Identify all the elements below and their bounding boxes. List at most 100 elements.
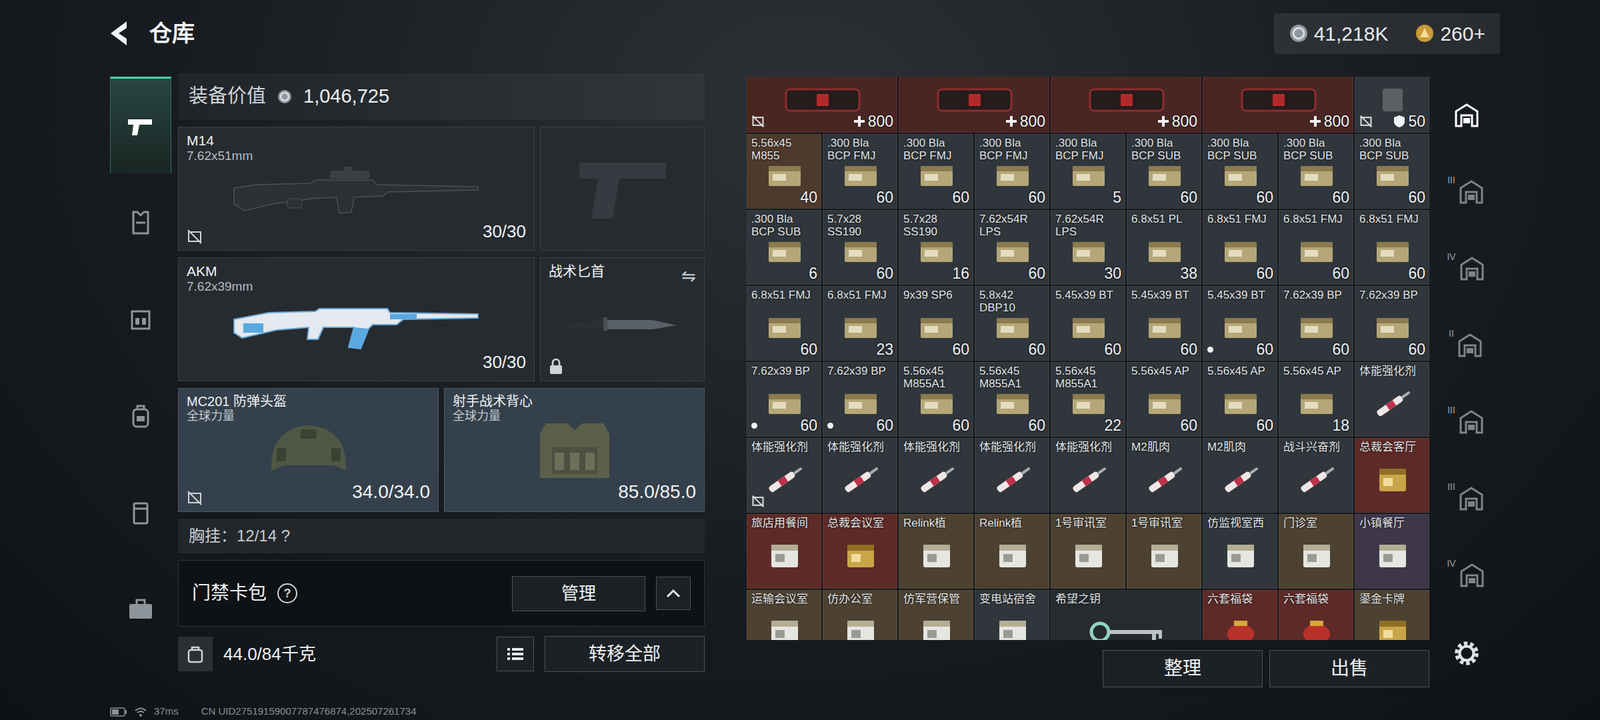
stash-item[interactable]: 800 bbox=[1202, 76, 1354, 133]
swap-button[interactable]: ⇋ bbox=[681, 263, 696, 290]
stash-item[interactable]: .300 Bla BCP SUB60 bbox=[1202, 134, 1278, 209]
stash-item[interactable]: 仿监视室西 bbox=[1202, 514, 1278, 589]
stash-item[interactable]: 6.8x51 FMJ23 bbox=[822, 286, 898, 361]
sidebar-item[interactable] bbox=[110, 560, 172, 657]
stash-item[interactable]: 7.62x39 BP60 bbox=[1278, 286, 1354, 361]
storage-tab[interactable]: IV bbox=[1446, 536, 1486, 614]
helmet-card[interactable]: MC201 防弹头盔全球力量34.0/34.0 bbox=[178, 388, 439, 512]
pistol-slot[interactable] bbox=[540, 126, 705, 251]
stash-item[interactable]: 800 bbox=[1050, 76, 1202, 133]
stash-item[interactable]: .300 Bla BCP FMJ60 bbox=[898, 134, 974, 209]
stash-item[interactable]: 体能强化剂 bbox=[974, 438, 1050, 513]
stash-item[interactable]: 5.56x45 AP18 bbox=[1278, 362, 1354, 437]
stash-item[interactable]: Relink植 bbox=[974, 514, 1050, 589]
stash-item[interactable]: 800 bbox=[898, 76, 1050, 133]
stash-item[interactable]: 7.62x39 BP60 bbox=[746, 362, 822, 437]
chest-rig-row[interactable]: 胸挂：12/14 ? bbox=[178, 518, 705, 554]
stash-item[interactable]: 5.45x39 BT60 bbox=[1202, 286, 1278, 361]
stash-item[interactable]: .300 Bla BCP FMJ5 bbox=[1050, 134, 1126, 209]
stash-item[interactable]: 5.56x45 M855A160 bbox=[898, 362, 974, 437]
stash-item[interactable]: 5.56x45 AP60 bbox=[1202, 362, 1278, 437]
stash-item[interactable]: 仿办公室 bbox=[822, 590, 898, 640]
stash-item[interactable]: M2肌肉 bbox=[1202, 438, 1278, 513]
primary-weapon-card[interactable]: M147.62x51mm30/30 bbox=[178, 126, 535, 251]
storage-tab[interactable] bbox=[1452, 76, 1482, 154]
stash-item[interactable]: 鎏金卡牌 bbox=[1354, 590, 1430, 640]
melee-slot[interactable]: 战术匕首⇋ bbox=[540, 257, 705, 382]
stash-item[interactable]: 5.7x28 SS19060 bbox=[822, 210, 898, 285]
manage-button[interactable]: 管理 bbox=[512, 576, 646, 612]
stash-item[interactable]: 6.8x51 FMJ60 bbox=[1354, 210, 1430, 285]
stash-item[interactable]: 5.45x39 BT60 bbox=[1050, 286, 1126, 361]
sidebar-item[interactable] bbox=[110, 463, 172, 560]
vest-card[interactable]: 射手战术背心全球力量85.0/85.0 bbox=[444, 388, 705, 512]
list-view-button[interactable] bbox=[496, 636, 534, 672]
sort-button[interactable]: 整理 bbox=[1102, 650, 1263, 688]
stash-item[interactable]: 门诊室 bbox=[1278, 514, 1354, 589]
stash-item[interactable]: 1号审讯室 bbox=[1050, 514, 1126, 589]
stash-item[interactable]: 希望之钥 bbox=[1050, 590, 1202, 640]
stash-item[interactable]: 运输会议室 bbox=[746, 590, 822, 640]
stash-item[interactable]: 战斗兴奋剂 bbox=[1278, 438, 1354, 513]
stash-item[interactable]: 1号审讯室 bbox=[1126, 514, 1202, 589]
storage-tab[interactable]: III bbox=[1447, 153, 1486, 230]
stash-item[interactable]: .300 Bla BCP SUB60 bbox=[1126, 134, 1202, 209]
stash-item[interactable]: 5.56x45 M85540 bbox=[746, 134, 822, 209]
stash-item[interactable]: .300 Bla BCP FMJ60 bbox=[974, 134, 1050, 209]
stash-item[interactable]: 5.7x28 SS19016 bbox=[898, 210, 974, 285]
stash-item[interactable]: 5.56x45 M855A160 bbox=[974, 362, 1050, 437]
stash-item[interactable]: M2肌肉 bbox=[1126, 438, 1202, 513]
stash-item[interactable]: 7.62x39 BP60 bbox=[1354, 286, 1430, 361]
stash-item[interactable]: 7.62x54R LPS30 bbox=[1050, 210, 1126, 285]
stash-item[interactable]: Relink植 bbox=[898, 514, 974, 589]
stash-item[interactable]: .300 Bla BCP SUB6 bbox=[746, 210, 822, 285]
stash-item[interactable]: 5.56x45 M855A122 bbox=[1050, 362, 1126, 437]
stash-item[interactable]: 5.8x42 DBP1060 bbox=[974, 286, 1050, 361]
stash-item[interactable]: 六套福袋 bbox=[1202, 590, 1278, 640]
help-button[interactable]: ? bbox=[277, 583, 298, 604]
settings-button[interactable] bbox=[1452, 633, 1481, 674]
stash-item[interactable]: 总裁会客厅 bbox=[1354, 438, 1430, 513]
stash-item[interactable]: .300 Bla BCP SUB60 bbox=[1278, 134, 1354, 209]
storage-tab[interactable]: II bbox=[1448, 306, 1485, 384]
sidebar-item[interactable] bbox=[110, 76, 172, 174]
stash-item[interactable]: 6.8x51 FMJ60 bbox=[746, 286, 822, 361]
back-button[interactable] bbox=[106, 18, 134, 48]
stash-item[interactable]: 旅店用餐间 bbox=[746, 514, 822, 589]
storage-tab[interactable]: IV bbox=[1446, 230, 1486, 307]
stash-item[interactable]: 仿军营保管 bbox=[898, 590, 974, 640]
stash-item[interactable]: 9x39 SP660 bbox=[898, 286, 974, 361]
stash-item[interactable]: 体能强化剂 bbox=[1050, 438, 1126, 513]
stash-item[interactable]: 体能强化剂 bbox=[822, 438, 898, 513]
stash-item[interactable]: 6.8x51 FMJ60 bbox=[1278, 210, 1354, 285]
stash-item[interactable]: .300 Bla BCP FMJ60 bbox=[822, 134, 898, 209]
ammo-icon bbox=[763, 239, 806, 265]
stash-item[interactable]: 5.56x45 AP60 bbox=[1126, 362, 1202, 437]
storage-tab[interactable]: III bbox=[1447, 460, 1486, 537]
sidebar-item[interactable] bbox=[110, 270, 172, 367]
stash-item[interactable]: 6.8x51 FMJ60 bbox=[1202, 210, 1278, 285]
transfer-all-button[interactable]: 转移全部 bbox=[544, 636, 705, 673]
stash-item[interactable]: 7.62x39 BP60 bbox=[822, 362, 898, 437]
currency[interactable]: 260+ bbox=[1414, 18, 1486, 49]
stash-item[interactable]: 体能强化剂 bbox=[746, 438, 822, 513]
stash-item[interactable]: 六套福袋 bbox=[1278, 590, 1354, 640]
collapse-button[interactable] bbox=[656, 576, 691, 610]
sidebar-item[interactable] bbox=[110, 173, 172, 270]
stash-item[interactable]: 6.8x51 PL38 bbox=[1126, 210, 1202, 285]
stash-item[interactable]: 体能强化剂 bbox=[1354, 362, 1430, 437]
stash-item[interactable]: 5.45x39 BT60 bbox=[1126, 286, 1202, 361]
secondary-weapon-card[interactable]: AKM7.62x39mm30/30 bbox=[178, 257, 535, 382]
stash-item[interactable]: 50 bbox=[1354, 76, 1430, 133]
stash-item[interactable]: 总裁会议室 bbox=[822, 514, 898, 589]
stash-item[interactable]: 变电站宿舍 bbox=[974, 590, 1050, 640]
stash-item[interactable]: 800 bbox=[746, 76, 898, 133]
stash-item[interactable]: 体能强化剂 bbox=[898, 438, 974, 513]
currency[interactable]: 41,218K bbox=[1288, 18, 1389, 49]
sidebar-item[interactable] bbox=[110, 366, 172, 464]
sell-button[interactable]: 出售 bbox=[1269, 650, 1430, 688]
stash-item[interactable]: 小镇餐厅 bbox=[1354, 514, 1430, 589]
stash-item[interactable]: 7.62x54R LPS60 bbox=[974, 210, 1050, 285]
storage-tab[interactable]: III bbox=[1447, 383, 1486, 460]
stash-item[interactable]: .300 Bla BCP SUB60 bbox=[1354, 134, 1430, 209]
